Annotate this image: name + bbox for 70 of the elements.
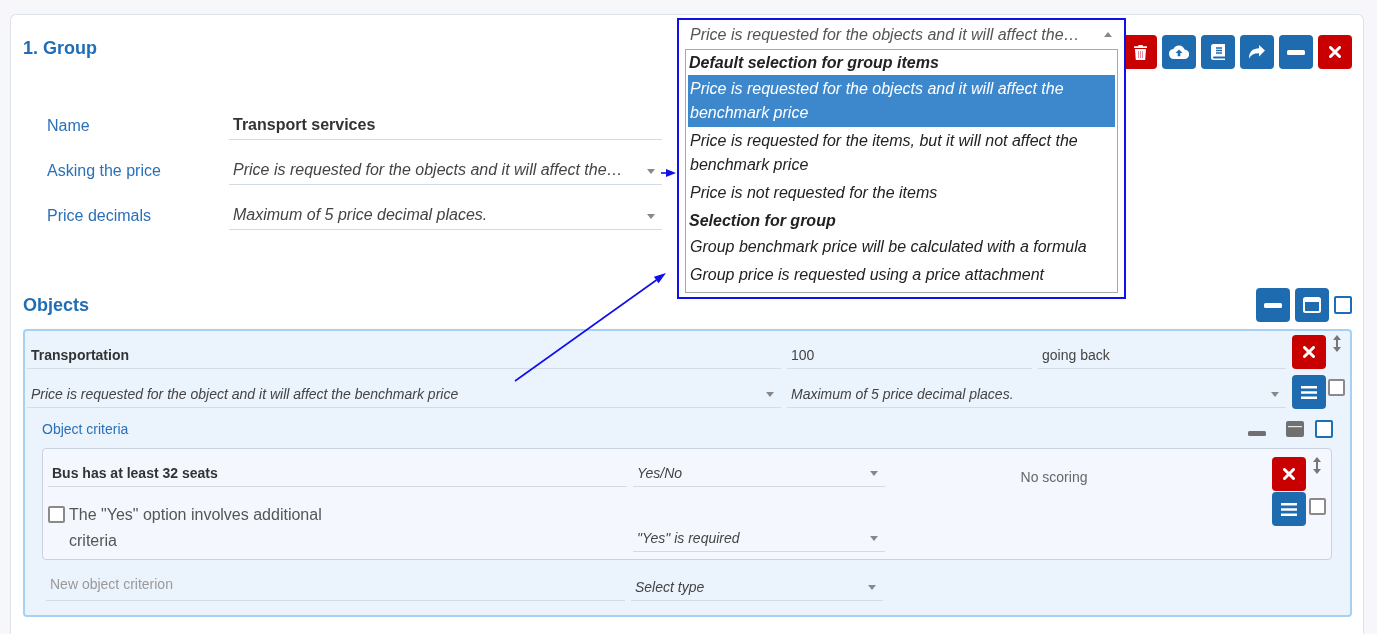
select-field[interactable]: Maximum of 5 price decimal places.	[229, 202, 662, 230]
up-down-arrow-icon[interactable]	[1312, 457, 1322, 474]
section-title: Objects	[23, 294, 90, 316]
caret-icon	[868, 585, 876, 590]
caret-icon	[870, 536, 878, 541]
minus-icon	[1264, 302, 1282, 308]
cloud-upload-icon	[1169, 45, 1189, 59]
caret-icon	[1104, 32, 1112, 37]
checkbox-label: The "Yes" option involves additional criteria	[69, 505, 323, 551]
menu-icon	[1301, 385, 1317, 399]
caret-icon	[647, 214, 655, 219]
checkbox[interactable]	[1328, 379, 1345, 396]
share-button[interactable]	[1240, 35, 1274, 69]
menu-button[interactable]	[1272, 492, 1306, 526]
select-field[interactable]: Price is requested for the objects and it will affect the…	[229, 157, 662, 185]
text-input[interactable]: New object criterion	[46, 572, 625, 601]
close-icon	[1303, 346, 1315, 358]
window-icon	[1303, 297, 1321, 313]
annotation-arrow	[660, 169, 676, 177]
field-label: Asking the price	[47, 161, 162, 181]
field-label: Price decimals	[47, 206, 153, 226]
upload-button[interactable]	[1162, 35, 1196, 69]
remove-button[interactable]	[1272, 457, 1306, 491]
book-icon	[1211, 44, 1225, 60]
remove-button[interactable]	[1292, 335, 1326, 369]
up-down-arrow-icon[interactable]	[1332, 335, 1342, 352]
collapse-button[interactable]	[1256, 288, 1290, 322]
text-field[interactable]: Transport services	[229, 112, 662, 140]
dropdown-option[interactable]: Group price is requested using a price attachment	[688, 261, 1115, 289]
checkbox[interactable]	[48, 506, 65, 523]
menu-button[interactable]	[1292, 375, 1326, 409]
select-field[interactable]: Price is requested for the objects and it will affect the…	[679, 20, 1124, 49]
text-field[interactable]: Bus has at least 32 seats	[48, 457, 627, 487]
close-button[interactable]	[1318, 35, 1352, 69]
caret-icon	[766, 392, 774, 397]
menu-icon	[1281, 502, 1297, 516]
dropdown-option[interactable]: Group benchmark price will be calculated with a formula	[688, 233, 1115, 261]
caret-icon	[647, 169, 655, 174]
subsection-title: Object criteria	[42, 419, 129, 438]
dropdown-option[interactable]: Price is not requested for the items	[688, 179, 1115, 207]
option-group-label: Selection for group	[688, 211, 837, 231]
trash-icon	[1133, 44, 1147, 60]
caret-icon	[1271, 392, 1279, 397]
checkbox[interactable]	[1315, 419, 1333, 438]
close-icon	[1283, 468, 1295, 480]
select-field[interactable]: Select type	[631, 572, 883, 601]
scoring-text: No scoring	[1020, 468, 1088, 486]
caret-icon	[870, 471, 878, 476]
checkbox[interactable]	[1334, 296, 1352, 314]
option-group-label: Default selection for group items	[688, 53, 940, 73]
window-icon[interactable]	[1286, 420, 1304, 437]
close-icon	[1329, 46, 1341, 58]
select-field[interactable]: "Yes" is required	[633, 526, 885, 552]
minus-icon	[1287, 49, 1305, 55]
select-field[interactable]: Maximum of 5 price decimal places.	[787, 375, 1286, 408]
select-field[interactable]: Price is requested for the object and it will affect the benchmark price	[27, 375, 781, 408]
text-field[interactable]: Transportation	[27, 335, 781, 369]
minimize-button[interactable]	[1279, 35, 1313, 69]
dropdown-option[interactable]: Price is requested for the objects and it will affect the benchmark price	[688, 75, 1115, 127]
select-field[interactable]: Yes/No	[633, 457, 885, 487]
group-title: 1. Group	[23, 37, 97, 59]
share-arrow-icon	[1249, 45, 1265, 59]
checkbox[interactable]	[1309, 498, 1326, 515]
dropdown-option[interactable]: Price is requested for the items, but it will not affect the benchmark price	[688, 127, 1115, 179]
field-label: Name	[47, 116, 91, 136]
window-button[interactable]	[1295, 288, 1329, 322]
minus-icon[interactable]	[1248, 430, 1266, 436]
text-field[interactable]: 100	[787, 335, 1032, 369]
book-button[interactable]	[1201, 35, 1235, 69]
text-field[interactable]: going back	[1038, 335, 1286, 369]
